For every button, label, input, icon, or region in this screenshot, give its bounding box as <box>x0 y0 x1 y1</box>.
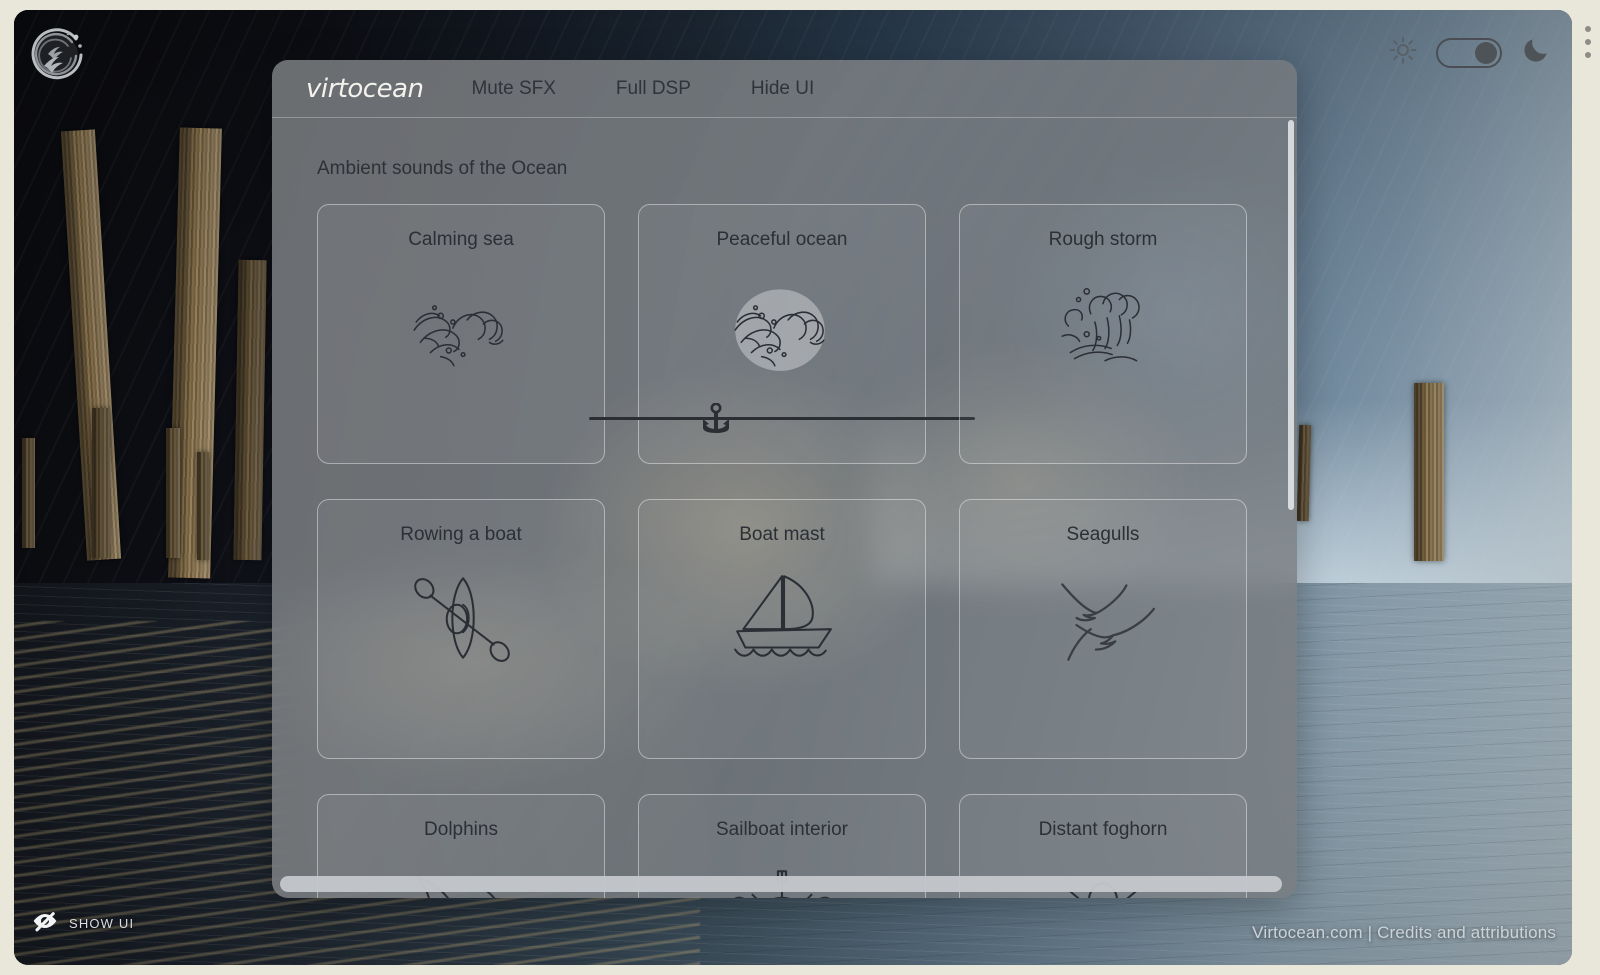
sound-card-grid: Calming sea Peaceful ocean Rough storm R… <box>317 204 1257 898</box>
frame-dot <box>1585 26 1591 32</box>
storm-wave-icon <box>1039 267 1167 379</box>
eye-slash-icon <box>32 908 58 939</box>
virtocean-circle-birds-logo[interactable] <box>26 22 88 84</box>
wooden-piling <box>92 408 110 558</box>
ocean-wave-icon <box>718 267 846 379</box>
theme-toggle-knob <box>1475 41 1497 64</box>
sound-card-title: Dolphins <box>424 819 498 840</box>
nav-item-hide-ui[interactable]: Hide UI <box>751 78 814 100</box>
sound-panel: virtocean Mute SFX Full DSP Hide UI Ambi… <box>272 60 1297 898</box>
brand-logo-text[interactable]: virtocean <box>306 74 424 104</box>
frame-dot <box>1585 39 1591 45</box>
wooden-piling <box>1414 383 1444 561</box>
sound-card-title: Calming sea <box>408 229 514 250</box>
vertical-scrollbar[interactable] <box>1288 120 1294 868</box>
sound-card-title: Rough storm <box>1048 229 1158 250</box>
sound-card-title: Boat mast <box>739 524 825 545</box>
wooden-piling <box>197 452 209 560</box>
horizontal-scrollbar-thumb[interactable] <box>280 876 1282 892</box>
volume-slider[interactable] <box>589 402 975 433</box>
volume-slider-track[interactable] <box>589 417 975 420</box>
sound-card[interactable]: Peaceful ocean <box>589 204 975 464</box>
show-ui-label: SHOW UI <box>69 916 135 931</box>
seagulls-icon <box>1039 562 1167 674</box>
show-ui-button[interactable]: SHOW UI <box>32 908 134 939</box>
nav-item-full-dsp[interactable]: Full DSP <box>616 78 691 100</box>
panel-header: virtocean Mute SFX Full DSP Hide UI <box>272 60 1297 118</box>
sound-card[interactable]: Boat mast <box>638 499 926 759</box>
theme-toggle[interactable] <box>1436 37 1502 68</box>
sound-card[interactable]: Calming sea <box>317 204 605 464</box>
anchor-slider-handle[interactable] <box>699 402 733 435</box>
wooden-piling <box>233 259 267 561</box>
sound-card-title: Sailboat interior <box>715 819 849 840</box>
nav-item-mute-sfx[interactable]: Mute SFX <box>471 78 555 100</box>
sound-card[interactable]: Rough storm <box>959 204 1247 464</box>
horizontal-scrollbar[interactable] <box>280 876 1285 892</box>
vertical-scrollbar-thumb[interactable] <box>1288 120 1294 510</box>
sound-card-title: Peaceful ocean <box>716 229 848 250</box>
sailboat-icon <box>718 562 846 674</box>
kayak-paddle-icon <box>397 562 525 674</box>
sound-card-title: Rowing a boat <box>400 524 522 545</box>
frame-menu-dots[interactable] <box>1585 26 1591 58</box>
credits-link[interactable]: Virtocean.com | Credits and attributions <box>1252 923 1556 943</box>
sound-card[interactable]: Seagulls <box>959 499 1247 759</box>
wooden-piling <box>22 438 35 548</box>
wooden-piling <box>1296 424 1312 522</box>
device-frame: SHOW UI Virtocean.com | Credits and attr… <box>0 0 1600 975</box>
sun-icon[interactable] <box>1388 35 1418 70</box>
ocean-wave-icon <box>397 267 525 379</box>
section-title: Ambient sounds of the Ocean <box>317 158 568 179</box>
sound-card-title: Seagulls <box>1066 524 1140 545</box>
wooden-piling <box>166 428 180 558</box>
moon-icon[interactable] <box>1520 34 1552 71</box>
frame-dot <box>1585 52 1591 58</box>
panel-body: Ambient sounds of the Ocean Calming sea … <box>272 118 1297 898</box>
theme-controls[interactable] <box>1388 34 1552 71</box>
sound-card-title: Distant foghorn <box>1038 819 1168 840</box>
sound-card[interactable]: Rowing a boat <box>317 499 605 759</box>
